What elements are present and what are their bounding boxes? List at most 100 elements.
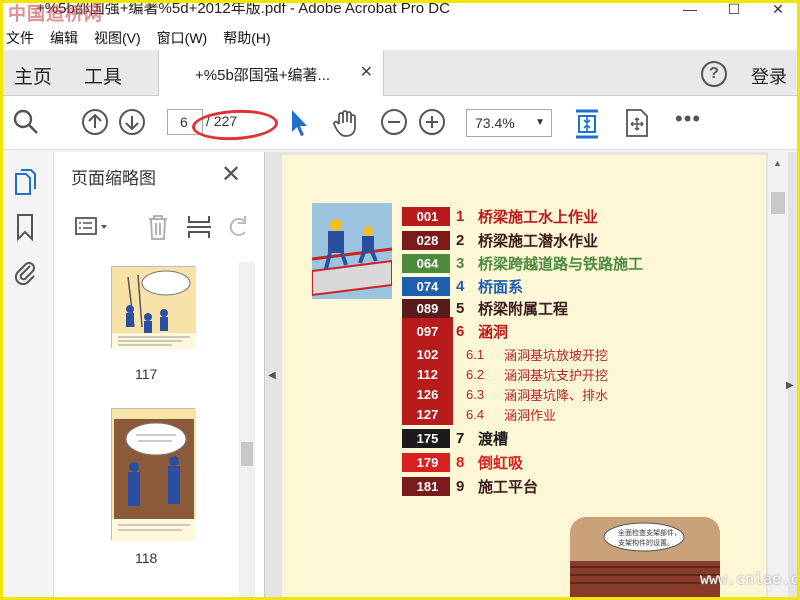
toc-title: 桥梁施工潜水作业 <box>478 232 599 250</box>
toc-title: 桥面系 <box>478 278 524 296</box>
fit-page-icon[interactable] <box>573 108 601 140</box>
scroll-up-icon[interactable]: ▲ <box>773 158 782 168</box>
toc-number: 1 <box>456 207 465 225</box>
zoom-level-value: 73.4% <box>475 115 515 131</box>
toc-sub-number: 6.2 <box>466 366 485 382</box>
chevron-down-icon: ▼ <box>535 117 545 128</box>
collapse-left-panel-icon[interactable]: ◀ <box>268 370 280 410</box>
title-bar: 中国造桥网 +%5b邵国强+编著%5d+2012年版.pdf - Adobe A… <box>0 0 800 26</box>
delete-page-icon[interactable] <box>145 212 171 242</box>
thumbnail-page[interactable] <box>111 266 196 349</box>
attachment-icon[interactable] <box>12 256 38 286</box>
previous-page-icon[interactable] <box>81 108 109 136</box>
toc-sub-entry[interactable]: 6.2 涵洞基坑支护开挖 <box>466 364 608 384</box>
toc-sub-badge-row: 102 <box>402 343 450 365</box>
document-tab-label: +%5b邵国强+编著... <box>195 67 331 84</box>
toc-number: 8 <box>456 453 465 471</box>
toc-title: 桥梁跨越道路与铁路施工 <box>478 255 644 273</box>
thumbnail-panel: 页面缩略图 ✕ 117 118 <box>55 152 265 600</box>
toc-sub-number: 6.3 <box>466 386 485 402</box>
thumbnail-options-icon[interactable] <box>73 212 113 242</box>
toc-title: 桥梁附属工程 <box>478 300 569 318</box>
toc-sub-badge-row: 126 <box>402 383 450 405</box>
left-rail <box>0 152 54 600</box>
toc-sub-badge-row: 112 <box>402 363 450 385</box>
page-thumbnails-icon[interactable] <box>12 166 38 196</box>
menu-view[interactable]: 视图(V) <box>94 28 141 48</box>
toc-entry[interactable]: 089 5 桥梁附属工程 <box>402 297 568 319</box>
expand-right-panel-icon[interactable]: ▶ <box>786 380 794 391</box>
full-screen-icon[interactable] <box>624 108 650 138</box>
toc-title: 桥梁施工水上作业 <box>478 208 599 226</box>
toc-sub-title: 涵洞基坑支护开挖 <box>504 367 609 383</box>
close-tab-icon[interactable]: ✕ <box>360 62 373 82</box>
document-scrollbar[interactable]: ▲ <box>768 152 788 600</box>
zoom-in-icon[interactable] <box>418 108 446 136</box>
toc-page-badge: 127 <box>402 404 450 424</box>
toc-sub-entry[interactable]: 6.4 涵洞作业 <box>466 404 556 424</box>
toc-title: 渡槽 <box>478 430 509 448</box>
toc-sub-entry[interactable]: 6.3 涵洞基坑降、排水 <box>466 384 608 404</box>
toc-title: 倒虹吸 <box>478 454 524 472</box>
toc-page-badge: 028 <box>402 230 450 250</box>
toc-number: 2 <box>456 231 465 249</box>
toc-page-badge: 181 <box>402 476 450 496</box>
thumbnail-page-number: 117 <box>135 366 158 382</box>
toc-page-badge: 064 <box>402 253 450 273</box>
toc-entry[interactable]: 028 2 桥梁施工潜水作业 <box>402 229 598 251</box>
toc-page-badge: 097 <box>402 321 450 341</box>
thumbnail-toolbar <box>73 212 253 244</box>
thumbnail-scrollbar-thumb[interactable] <box>241 442 253 466</box>
help-icon[interactable]: ? <box>701 61 727 87</box>
menu-file[interactable]: 文件 <box>6 28 34 48</box>
site-watermark-bottom: www.cnlao.com <box>700 570 800 588</box>
thumbnail-scrollbar[interactable] <box>239 262 255 600</box>
toc-page-badge: 074 <box>402 276 450 296</box>
zoom-out-icon[interactable] <box>380 108 408 136</box>
minimize-button[interactable]: — <box>668 0 712 22</box>
toc-entry[interactable]: 181 9 施工平台 <box>402 475 538 497</box>
thumbnail-list: 117 118 <box>55 262 239 600</box>
toc-entry[interactable]: 074 4 桥面系 <box>402 275 523 297</box>
rotate-page-icon[interactable] <box>225 212 251 242</box>
toc-entry[interactable]: 179 8 倒虹吸 <box>402 451 523 473</box>
close-window-button[interactable]: ✕ <box>756 0 800 22</box>
toc-entry[interactable]: 097 6 涵洞 <box>402 320 508 342</box>
menu-help[interactable]: 帮助(H) <box>223 28 270 48</box>
toc-sub-title: 涵洞基坑放坡开挖 <box>504 347 609 363</box>
tab-bar: 主页 工具 +%5b邵国强+编著... ✕ ? 登录 <box>0 50 800 96</box>
toc-sub-number: 6.1 <box>466 346 485 362</box>
document-scrollbar-thumb[interactable] <box>771 192 785 214</box>
toc-number: 3 <box>456 254 465 272</box>
hand-tool-icon[interactable] <box>330 108 360 138</box>
toc-page-badge: 001 <box>402 206 450 226</box>
maximize-button[interactable]: ☐ <box>712 0 756 22</box>
close-panel-icon[interactable]: ✕ <box>221 160 241 189</box>
toc-title: 涵洞 <box>478 323 509 341</box>
tab-home[interactable]: 主页 <box>14 62 52 89</box>
toc-entry[interactable]: 175 7 渡槽 <box>402 427 508 449</box>
toc-entry[interactable]: 001 1 桥梁施工水上作业 <box>402 205 598 227</box>
pdf-page: 001 1 桥梁施工水上作业 028 2 桥梁施工潜水作业 064 3 桥梁跨越… <box>282 155 766 600</box>
select-cursor-icon[interactable] <box>288 108 310 138</box>
zoom-level-select[interactable]: 73.4% ▼ <box>466 109 552 137</box>
toc-page-badge: 175 <box>402 428 450 448</box>
next-page-icon[interactable] <box>118 108 146 136</box>
thumbnail-panel-title: 页面缩略图 <box>71 169 156 188</box>
toc-sub-entry[interactable]: 6.1 涵洞基坑放坡开挖 <box>466 344 608 364</box>
tab-tools[interactable]: 工具 <box>84 62 122 89</box>
bookmark-icon[interactable] <box>12 212 38 242</box>
thumbnail-page-number: 118 <box>135 550 158 566</box>
bubble-text-line2: 支架构件的设置。 <box>618 538 674 547</box>
more-tools-icon[interactable]: ••• <box>675 106 701 132</box>
toc-entry[interactable]: 064 3 桥梁跨越道路与铁路施工 <box>402 252 643 274</box>
login-button[interactable]: 登录 <box>751 63 787 89</box>
menu-window[interactable]: 窗口(W) <box>157 28 208 48</box>
menu-bar: 文件 编辑 视图(V) 窗口(W) 帮助(H) <box>0 26 800 50</box>
tab-document[interactable]: +%5b邵国强+编著... ✕ <box>158 50 384 96</box>
search-icon[interactable] <box>12 108 40 136</box>
menu-edit[interactable]: 编辑 <box>50 28 78 48</box>
thumbnail-page[interactable] <box>111 408 196 541</box>
insert-page-icon[interactable] <box>185 212 213 242</box>
toc-number: 7 <box>456 429 465 447</box>
